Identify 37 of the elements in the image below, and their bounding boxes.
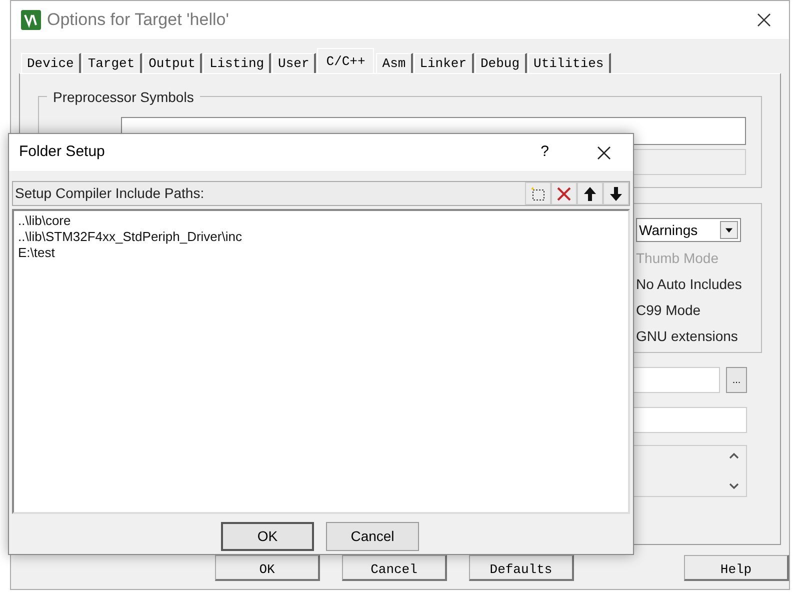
dialog-title: Folder Setup: [19, 142, 105, 162]
option-label[interactable]: No Auto Includes: [636, 271, 741, 297]
tab[interactable]: Output: [142, 53, 202, 73]
close-icon[interactable]: [757, 13, 771, 27]
dialog-button[interactable]: Cancel: [326, 522, 419, 551]
option-label[interactable]: C99 Mode: [636, 297, 741, 323]
move-down-icon[interactable]: [603, 182, 629, 205]
path-item[interactable]: ..\lib\STM32F4xx_StdPeriph_Driver\inc: [18, 229, 242, 245]
new-item-icon[interactable]: [525, 182, 551, 205]
scroll-down-icon[interactable]: [729, 483, 739, 490]
tab[interactable]: Device: [21, 53, 81, 73]
list-label: Setup Compiler Include Paths:: [15, 184, 206, 203]
dialog-button[interactable]: Defaults: [469, 555, 574, 581]
tab[interactable]: C/C++: [317, 48, 374, 74]
tab[interactable]: Target: [82, 53, 142, 73]
tab[interactable]: Debug: [474, 53, 527, 73]
dialog-button[interactable]: OK: [215, 555, 320, 581]
path-item[interactable]: ..\lib\core: [18, 213, 71, 229]
tab[interactable]: User: [272, 53, 316, 73]
path-item[interactable]: E:\test: [18, 245, 55, 261]
tab[interactable]: Linker: [414, 53, 474, 73]
app-icon: [21, 10, 41, 30]
warnings-dropdown[interactable]: Warnings: [636, 218, 741, 242]
dialog-button[interactable]: Cancel: [342, 555, 447, 581]
option-label[interactable]: GNU extensions: [636, 323, 741, 349]
close-icon[interactable]: [597, 146, 611, 160]
window-title: Options for Target 'hello': [47, 9, 229, 32]
browse-button[interactable]: ...: [726, 367, 747, 393]
dialog-button[interactable]: Help: [684, 555, 789, 581]
delete-icon[interactable]: [551, 182, 577, 205]
scroll-up-icon[interactable]: [729, 452, 739, 459]
dialog-button[interactable]: OK: [221, 522, 314, 551]
tab[interactable]: Utilities: [528, 53, 611, 73]
move-up-icon[interactable]: [577, 182, 603, 205]
tab[interactable]: Asm: [376, 53, 413, 73]
help-button[interactable]: ?: [540, 141, 549, 164]
tab[interactable]: Listing: [203, 53, 272, 73]
